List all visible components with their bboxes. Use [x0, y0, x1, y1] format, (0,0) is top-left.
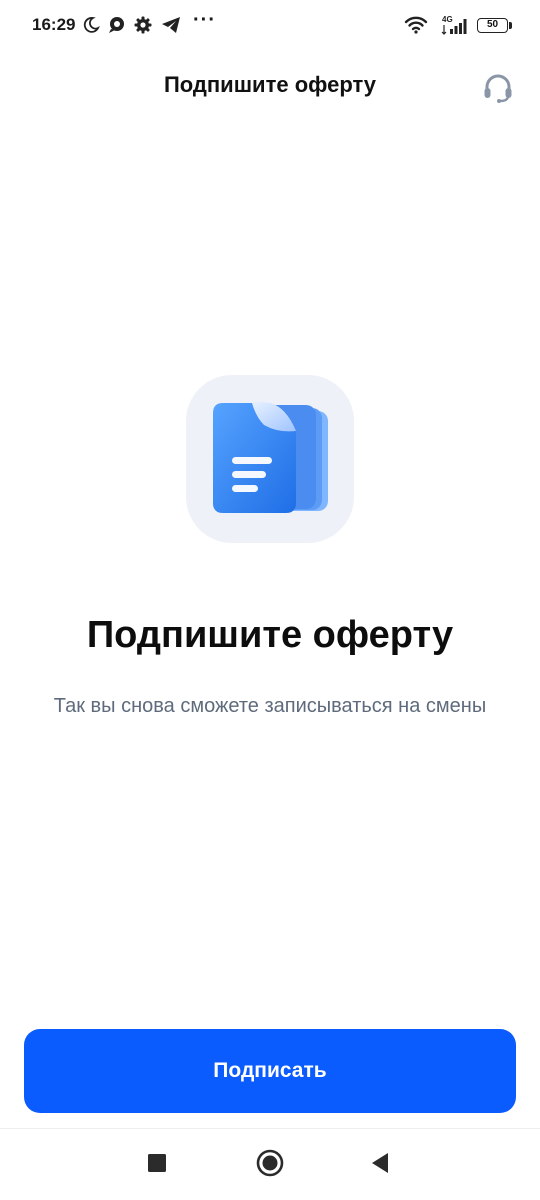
page-title: Подпишите оферту	[86, 614, 454, 656]
screen: 16:29 ··· 4G 50 Подпишите оферту Подпиши…	[0, 0, 540, 1200]
headset-icon	[480, 74, 516, 110]
support-button[interactable]	[480, 70, 516, 106]
header-title: Подпишите оферту	[163, 72, 377, 97]
battery-nub	[509, 22, 512, 29]
status-bar: 16:29 ··· 4G 50	[0, 0, 540, 52]
wifi-icon	[404, 15, 428, 40]
home-circle-icon	[256, 1149, 284, 1182]
telegram-icon	[161, 16, 181, 39]
battery-level: 50	[486, 19, 499, 30]
gear-icon	[134, 16, 152, 39]
home-button[interactable]	[250, 1145, 290, 1185]
back-button[interactable]	[360, 1145, 400, 1185]
illustration-card	[186, 375, 354, 543]
back-triangle-icon	[370, 1152, 390, 1179]
more-dots-icon: ···	[193, 9, 216, 31]
signal-icon	[440, 17, 470, 40]
page-subtitle: Так вы снова сможете записываться на сме…	[53, 695, 487, 717]
moon-icon	[82, 16, 101, 39]
document-stack-icon	[186, 375, 354, 548]
recents-square-icon	[147, 1153, 167, 1178]
recents-button[interactable]	[137, 1145, 177, 1185]
nav-divider	[0, 1128, 540, 1129]
battery-icon: 50	[477, 18, 508, 33]
status-time: 16:29	[32, 15, 76, 34]
sign-button[interactable]: Подписать	[24, 1029, 516, 1113]
chat-bubble-icon	[107, 16, 127, 39]
